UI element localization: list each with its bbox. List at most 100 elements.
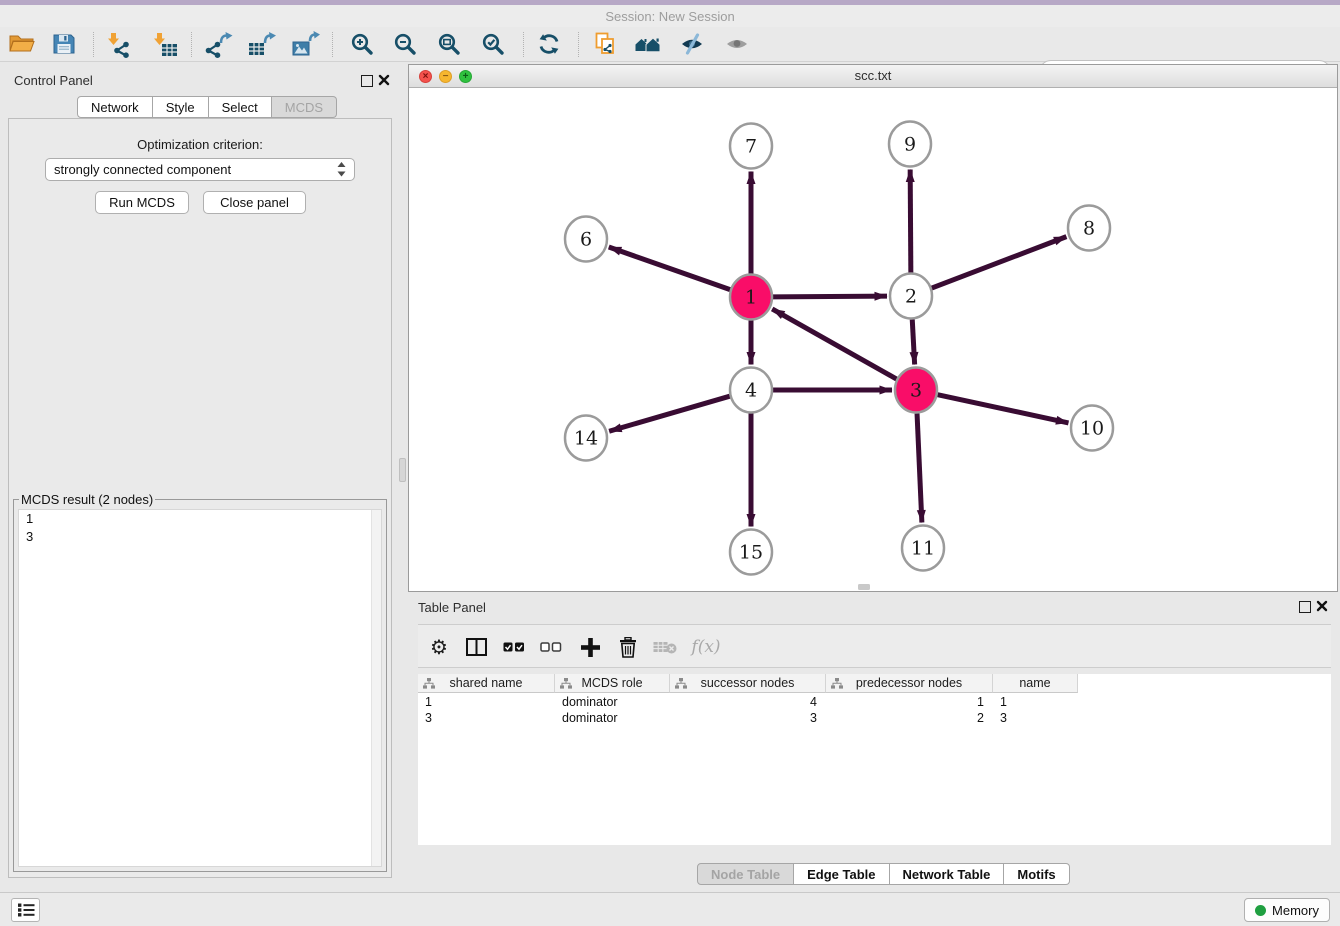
toolbar-separator [578,32,579,57]
table-cell[interactable]: 4 [670,694,826,710]
table-cell[interactable]: 1 [418,694,555,710]
tab-mcds[interactable]: MCDS [272,96,337,118]
close-panel-button[interactable] [378,74,392,88]
result-line: 1 [19,510,381,528]
table-tab-network-table[interactable]: Network Table [890,863,1005,885]
table-cell[interactable]: 3 [418,710,555,726]
status-bar: Memory [0,892,1340,926]
zoom-selected-button[interactable] [476,29,510,59]
window-resize-grip[interactable] [858,584,870,590]
zoom-fit-button[interactable] [432,29,466,59]
table-header-row: shared nameMCDS rolesuccessor nodesprede… [418,674,1078,693]
memory-button[interactable]: Memory [1244,898,1330,922]
zoom-selected-icon [481,32,505,56]
network-canvas[interactable]: 7968124314101511 [409,88,1337,591]
column-header-shared-name[interactable]: shared name [418,674,555,693]
save-floppy-icon [51,31,77,57]
import-network-button[interactable] [102,29,136,59]
table-tab-motifs[interactable]: Motifs [1004,863,1069,885]
network-window-titlebar[interactable]: × − + scc.txt [409,65,1337,88]
split-view-button[interactable] [462,632,490,662]
graph-edge-1-2[interactable] [773,296,887,297]
tab-style[interactable]: Style [153,96,209,118]
export-image-button[interactable] [288,29,322,59]
table-row[interactable]: 3dominator323 [418,710,1078,726]
split-panes-icon [466,638,487,656]
zoom-fit-icon [437,32,461,56]
hierarchy-icon [423,678,435,689]
table-tab-node-table[interactable]: Node Table [697,863,794,885]
run-mcds-button[interactable]: Run MCDS [95,191,189,214]
mcds-result-list[interactable]: 1 3 [18,509,382,867]
table-cell[interactable]: 3 [993,710,1078,726]
float-table-panel-button[interactable] [1299,601,1311,613]
export-image-icon [290,30,320,58]
task-history-button[interactable] [11,898,40,922]
table-settings-button[interactable]: ⚙ [425,632,453,662]
save-session-button[interactable] [47,29,81,59]
float-panel-button[interactable] [361,75,373,87]
new-network-from-selection-button[interactable] [588,29,622,59]
houses-icon [634,32,662,56]
export-network-button[interactable] [201,29,235,59]
result-scrollbar[interactable] [371,510,381,866]
list-icon [17,902,35,918]
zoom-out-button[interactable] [388,29,422,59]
table-row[interactable]: 1dominator411 [418,694,1078,710]
zoom-in-button[interactable] [345,29,379,59]
delete-table-button[interactable] [651,632,679,662]
table-cell[interactable]: dominator [555,694,670,710]
graph-node-label: 10 [1080,418,1104,440]
table-cell[interactable]: dominator [555,710,670,726]
first-neighbors-button[interactable] [631,29,665,59]
network-window-title: scc.txt [409,68,1337,83]
refresh-view-button[interactable] [532,29,566,59]
graph-edge-1-6[interactable] [609,247,730,290]
export-table-button[interactable] [244,29,278,59]
graph-edge-3-11[interactable] [917,413,922,522]
optimization-criterion-select[interactable]: strongly connected component [45,158,355,181]
graph-edge-3-1[interactable] [772,309,896,379]
graph-node-label: 9 [904,134,916,156]
export-table-icon [246,30,276,58]
column-header-MCDS-role[interactable]: MCDS role [555,674,670,693]
select-stepper-icon [337,162,346,177]
column-header-name[interactable]: name [993,674,1078,693]
node-table: shared nameMCDS rolesuccessor nodesprede… [418,674,1331,845]
close-panel-action-button[interactable]: Close panel [203,191,306,214]
delete-column-button[interactable] [614,632,642,662]
table-body: 1dominator4113dominator323 [418,694,1078,726]
table-cell[interactable]: 1 [993,694,1078,710]
graph-edge-2-3[interactable] [912,319,914,364]
column-header-predecessor-nodes[interactable]: predecessor nodes [826,674,993,693]
import-table-button[interactable] [148,29,182,59]
tab-network[interactable]: Network [77,96,153,118]
graph-edge-4-14[interactable] [609,396,730,431]
splitter-grip[interactable] [399,458,406,482]
table-panel-header: Table Panel [408,596,1340,620]
select-all-button[interactable] [500,632,528,662]
graph-edge-2-9[interactable] [910,169,911,272]
run-mcds-label: Run MCDS [109,195,175,210]
table-cell[interactable]: 2 [826,710,993,726]
close-table-panel-button[interactable] [1316,600,1330,614]
graph-edge-2-8[interactable] [932,237,1067,288]
column-header-successor-nodes[interactable]: successor nodes [670,674,826,693]
graph-edge-3-10[interactable] [938,395,1069,423]
tab-select[interactable]: Select [209,96,272,118]
table-tab-edge-table[interactable]: Edge Table [794,863,889,885]
table-cell[interactable]: 3 [670,710,826,726]
function-icon: f(x) [691,637,720,657]
apply-function-button[interactable]: f(x) [688,632,724,662]
hide-selected-button[interactable] [675,29,709,59]
hierarchy-icon [675,678,687,689]
result-line: 3 [19,528,381,546]
table-cell[interactable]: 1 [826,694,993,710]
mcds-result-group: MCDS result (2 nodes) 1 3 [13,492,387,872]
show-all-button[interactable] [720,29,754,59]
app-titlebar: Session: New Session [0,5,1340,27]
deselect-all-button[interactable] [537,632,565,662]
add-column-button[interactable] [576,632,604,662]
toolbar-separator [93,32,94,57]
open-session-button[interactable] [5,29,39,59]
